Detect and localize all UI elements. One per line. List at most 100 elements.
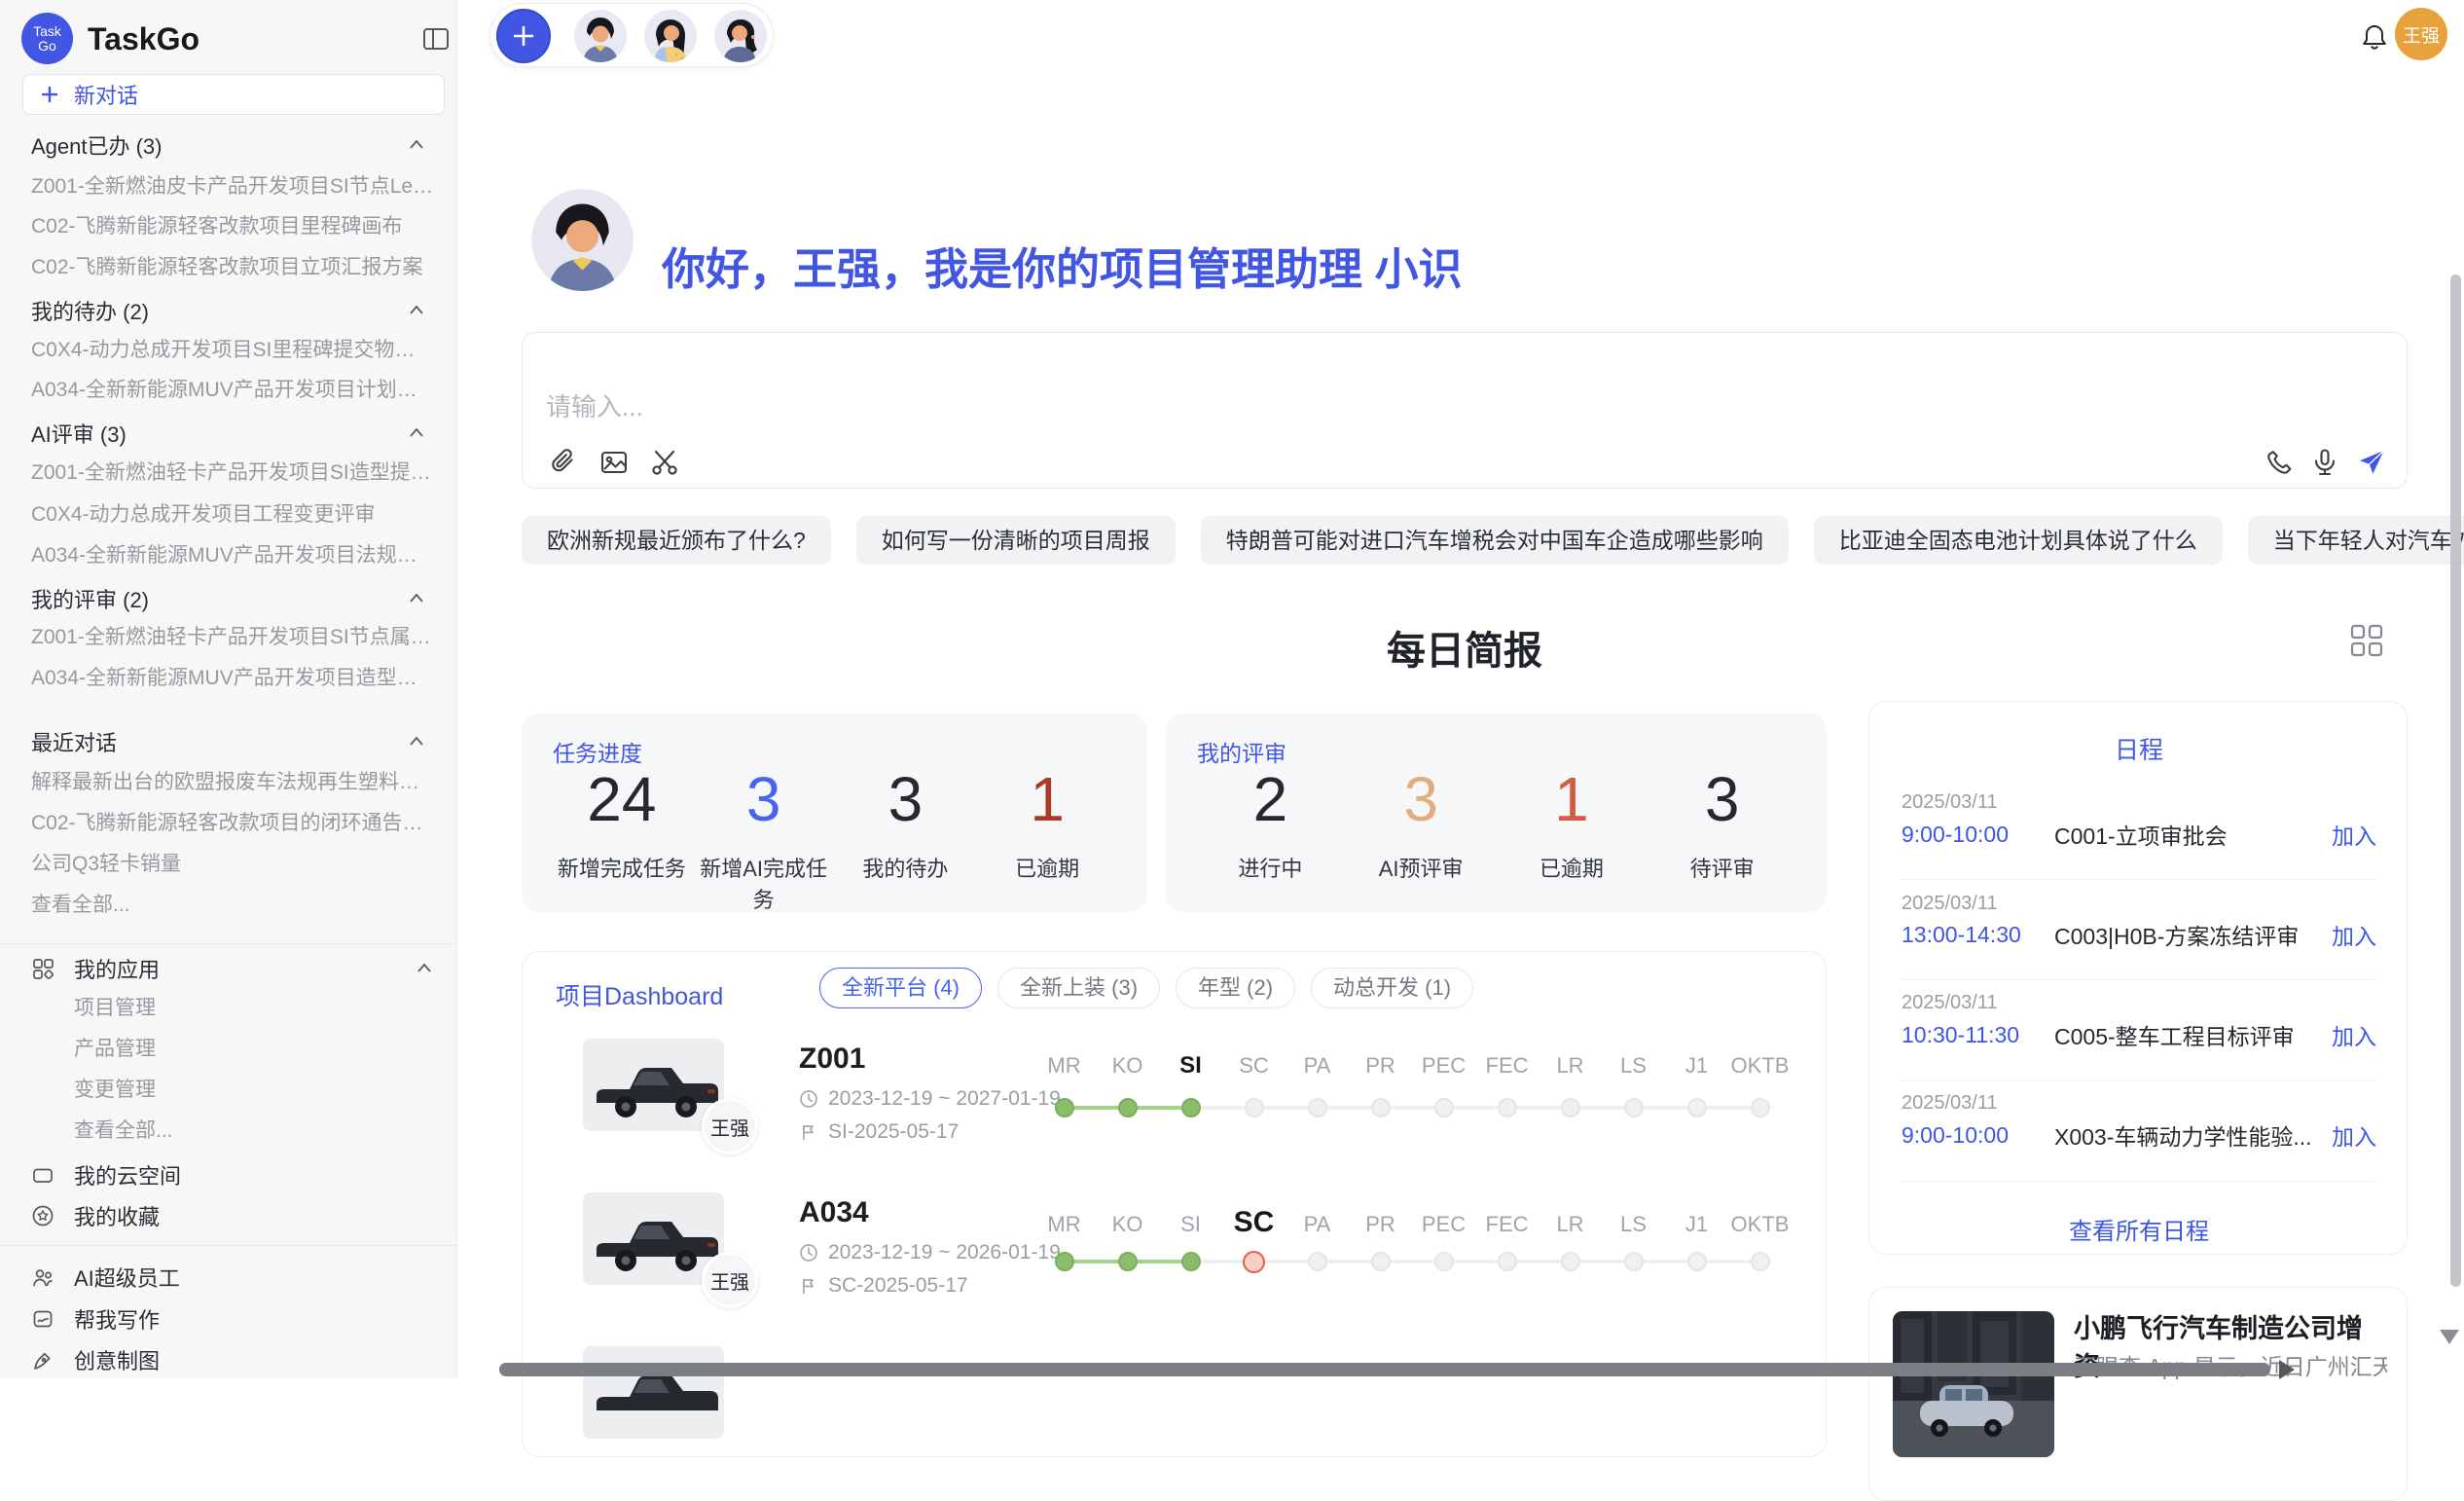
stat-value: 3 bbox=[693, 764, 835, 834]
news-card[interactable]: 小鹏飞行汽车制造公司增资 天眼查 App 显示，近日广州汇天飞行汽... bbox=[1868, 1287, 2408, 1501]
filter-pill[interactable]: 年型 (2) bbox=[1176, 968, 1295, 1008]
section-my-todo[interactable]: 我的待办 (2) bbox=[31, 297, 426, 324]
join-link[interactable]: 加入 bbox=[2332, 1118, 2376, 1152]
pen-icon bbox=[31, 1348, 54, 1372]
chat-input[interactable] bbox=[546, 380, 1714, 434]
project-row[interactable]: 王强 A034 2023-12-19 ~ 2026-01-19 SC-2025-… bbox=[523, 1192, 1827, 1348]
scroll-right-arrow[interactable] bbox=[2279, 1360, 2295, 1379]
write-icon bbox=[31, 1307, 54, 1331]
scissors-icon[interactable] bbox=[649, 447, 680, 478]
chevron-up-icon[interactable] bbox=[407, 423, 426, 443]
view-all-apps-link[interactable]: 查看全部... bbox=[74, 1117, 434, 1145]
view-all-chats-link[interactable]: 查看全部... bbox=[31, 892, 434, 919]
suggestion-chip[interactable]: 欧洲新规最近颁布了什么? bbox=[522, 516, 831, 565]
milestone-dot bbox=[1602, 1249, 1665, 1274]
sidebar-item-label: 帮我写作 bbox=[74, 1303, 434, 1335]
chevron-up-icon[interactable] bbox=[407, 301, 426, 320]
user-avatar[interactable]: 王强 bbox=[2395, 8, 2447, 60]
sidebar-item-favorites[interactable]: 我的收藏 bbox=[31, 1200, 434, 1231]
milestone-label: OKTB bbox=[1728, 1212, 1792, 1237]
list-item[interactable]: Z001-全新燃油轻卡产品开发项目SI造型提交物评审 bbox=[31, 459, 434, 487]
filter-pill[interactable]: 全新上装 (3) bbox=[997, 968, 1160, 1008]
schedule-name: X003-车辆动力学性能验... bbox=[2054, 1118, 2332, 1152]
milestone-dot-done bbox=[1033, 1095, 1096, 1120]
list-item[interactable]: A034-全新新能源MUV产品开发项目造型可行性评审 bbox=[31, 665, 434, 692]
list-item[interactable]: A034-全新新能源MUV产品开发项目计划变更表编写 bbox=[31, 377, 434, 404]
list-item[interactable]: Z001-全新燃油皮卡产品开发项目SI节点Lesson Learn报告 bbox=[31, 173, 434, 201]
schedule-item[interactable]: 9:00-10:00 X003-车辆动力学性能验... 加入 bbox=[1902, 1118, 2376, 1152]
schedule-time: 13:00-14:30 bbox=[1902, 922, 2054, 948]
stat-label: 已逾期 bbox=[976, 852, 1118, 883]
chevron-up-icon[interactable] bbox=[415, 959, 434, 978]
schedule-item[interactable]: 9:00-10:00 C001-立项审批会 加入 bbox=[1902, 818, 2376, 851]
horizontal-scrollbar[interactable] bbox=[499, 1363, 2270, 1376]
suggestion-chip[interactable]: 当下年轻人对汽车外观有怎样的喜好趋势 bbox=[2248, 516, 2464, 565]
list-item[interactable]: 解释最新出台的欧盟报废车法规再生塑料比例被调至15%... bbox=[31, 769, 434, 796]
sidebar-item-help-write[interactable]: 帮我写作 bbox=[31, 1303, 434, 1335]
sidebar-item-creative-draw[interactable]: 创意制图 bbox=[31, 1344, 434, 1375]
list-item[interactable]: C0X4-动力总成开发项目SI里程碑提交物检查 bbox=[31, 337, 434, 364]
list-item[interactable]: A034-全新新能源MUV产品开发项目法规符合性评审 bbox=[31, 542, 434, 569]
new-chat-label: 新对话 bbox=[74, 79, 138, 110]
section-recent-chats[interactable]: 最近对话 bbox=[31, 728, 426, 755]
stat-label: 待评审 bbox=[1647, 852, 1797, 883]
list-item[interactable]: C02-飞腾新能源轻客改款项目里程碑画布 bbox=[31, 213, 434, 240]
join-link[interactable]: 加入 bbox=[2332, 818, 2376, 851]
suggestion-chip[interactable]: 比亚迪全固态电池计划具体说了什么 bbox=[1814, 516, 2223, 565]
section-my-review[interactable]: 我的评审 (2) bbox=[31, 585, 426, 612]
collapse-sidebar-icon[interactable] bbox=[420, 23, 452, 55]
list-item[interactable]: 公司Q3轻卡销量 bbox=[31, 851, 434, 878]
section-ai-review[interactable]: AI评审 (3) bbox=[31, 420, 426, 447]
notification-bell-icon[interactable] bbox=[2359, 21, 2390, 53]
sidebar-item-change-mgmt[interactable]: 变更管理 bbox=[74, 1077, 434, 1104]
view-all-schedule-link[interactable]: 查看所有日程 bbox=[1869, 1212, 2409, 1246]
sidebar-item-ai-employee[interactable]: AI超级员工 bbox=[31, 1262, 434, 1293]
project-row[interactable]: 王强 Z001 2023-12-19 ~ 2027-01-19 SI-2025-… bbox=[523, 1039, 1827, 1194]
suggestion-chip[interactable]: 如何写一份清晰的项目周报 bbox=[856, 516, 1176, 565]
add-assistant-button[interactable] bbox=[496, 9, 551, 63]
section-agent-done[interactable]: Agent已办 (3) bbox=[31, 131, 426, 159]
scroll-down-arrow[interactable] bbox=[2440, 1330, 2459, 1344]
mic-icon[interactable] bbox=[2309, 447, 2340, 478]
image-icon[interactable] bbox=[598, 447, 630, 478]
avatar[interactable] bbox=[644, 10, 697, 62]
assistant-avatar bbox=[531, 189, 634, 291]
phone-icon[interactable] bbox=[2265, 447, 2296, 478]
list-item[interactable]: Z001-全新燃油轻卡产品开发项目SI节点属性5D文件评审 bbox=[31, 624, 434, 651]
flag-icon bbox=[799, 1122, 818, 1142]
schedule-date: 2025/03/11 bbox=[1902, 893, 1998, 915]
sidebar-item-project-mgmt[interactable]: 项目管理 bbox=[74, 995, 434, 1022]
sidebar-item-cloud-space[interactable]: 我的云空间 bbox=[31, 1159, 434, 1190]
avatar[interactable] bbox=[714, 10, 767, 62]
milestone-label: PR bbox=[1349, 1053, 1412, 1079]
chevron-up-icon[interactable] bbox=[407, 135, 426, 155]
milestone-dot bbox=[1665, 1095, 1728, 1120]
vertical-scrollbar[interactable] bbox=[2450, 275, 2461, 1287]
avatar[interactable] bbox=[574, 10, 627, 62]
milestone-label: SC bbox=[1222, 1053, 1286, 1079]
schedule-item[interactable]: 10:30-11:30 C005-整车工程目标评审 加入 bbox=[1902, 1018, 2376, 1051]
join-link[interactable]: 加入 bbox=[2332, 1018, 2376, 1051]
sidebar-item-product-mgmt[interactable]: 产品管理 bbox=[74, 1036, 434, 1063]
sidebar-item-my-apps[interactable]: 我的应用 bbox=[31, 953, 434, 984]
new-chat-button[interactable]: 新对话 bbox=[22, 74, 445, 115]
chevron-up-icon[interactable] bbox=[407, 732, 426, 751]
plus-icon bbox=[510, 22, 537, 50]
chevron-up-icon[interactable] bbox=[407, 589, 426, 608]
card-title: 我的评审 bbox=[1197, 735, 1286, 768]
stat: 3 待评审 bbox=[1647, 764, 1797, 883]
list-item[interactable]: C02-飞腾新能源轻客改款项目立项汇报方案 bbox=[31, 254, 434, 281]
clock-icon bbox=[799, 1243, 818, 1263]
schedule-item[interactable]: 13:00-14:30 C003|H0B-方案冻结评审 加入 bbox=[1902, 918, 2376, 951]
project-dates: 2023-12-19 ~ 2026-01-19 bbox=[799, 1241, 1061, 1264]
list-item[interactable]: C0X4-动力总成开发项目工程变更评审 bbox=[31, 501, 434, 529]
send-icon[interactable] bbox=[2356, 447, 2387, 478]
filter-pill[interactable]: 动总开发 (1) bbox=[1311, 968, 1473, 1008]
suggestion-chip[interactable]: 特朗普可能对进口汽车增税会对中国车企造成哪些影响 bbox=[1201, 516, 1789, 565]
list-item[interactable]: C02-飞腾新能源轻客改款项目的闭环通告反馈情况 bbox=[31, 810, 434, 837]
milestone-dot bbox=[1412, 1249, 1475, 1274]
join-link[interactable]: 加入 bbox=[2332, 918, 2376, 951]
layout-grid-icon[interactable] bbox=[2347, 621, 2386, 660]
attachment-icon[interactable] bbox=[548, 447, 579, 478]
filter-pill[interactable]: 全新平台 (4) bbox=[819, 968, 982, 1008]
